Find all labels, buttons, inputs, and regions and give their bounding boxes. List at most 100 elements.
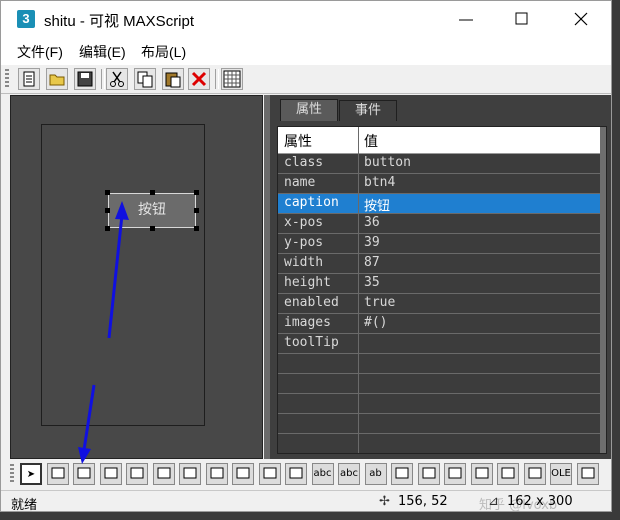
property-value[interactable]: true	[364, 295, 395, 310]
edittext-icon[interactable]: abc	[311, 463, 334, 485]
copy-icon	[137, 71, 153, 88]
visual-maxscript-window: 3 shitu - 可视 MAXScript 文件(F) 编辑(E) 布局(L)	[0, 0, 612, 512]
property-value[interactable]: 36	[364, 215, 380, 230]
copy-button[interactable]	[134, 68, 156, 90]
property-row[interactable]: images #()	[278, 314, 600, 334]
maximize-button[interactable]	[498, 1, 544, 39]
colorpicker-icon[interactable]	[205, 463, 228, 485]
resize-handle[interactable]	[194, 208, 199, 213]
property-name: enabled	[284, 295, 339, 310]
property-row[interactable]	[278, 434, 600, 453]
property-value[interactable]: button	[364, 155, 411, 170]
label-icon[interactable]: abc	[338, 463, 360, 485]
paste-icon	[165, 72, 181, 88]
delete-icon	[191, 71, 207, 87]
property-row[interactable]: height 35	[278, 274, 600, 294]
vertical-scrollbar[interactable]	[600, 127, 606, 453]
properties-panel: 属性 事件 属性 值 class button name btn4 caption 按钮 x…	[270, 95, 611, 459]
resize-handle[interactable]	[194, 190, 199, 195]
grid-button[interactable]	[221, 68, 243, 90]
paste-button[interactable]	[162, 68, 184, 90]
property-row[interactable]	[278, 354, 600, 374]
property-row[interactable]: x-pos 36	[278, 214, 600, 234]
status-bar: 就绪 ✢ 156, 52 知乎 @Ivoxb ⊿ 162 x 300	[1, 490, 611, 512]
property-row[interactable]	[278, 414, 600, 434]
progressbar-icon[interactable]	[470, 463, 493, 485]
property-name: width	[284, 255, 324, 270]
property-row[interactable]: caption 按钮	[278, 194, 600, 214]
property-row[interactable]: name btn4	[278, 174, 600, 194]
cut-button[interactable]	[106, 68, 128, 90]
menu-file[interactable]: 文件(F)	[17, 42, 63, 62]
groupbox-icon[interactable]: ab	[364, 463, 387, 485]
property-name: name	[284, 175, 316, 190]
open-button[interactable]	[46, 68, 68, 90]
dropdownlist-icon[interactable]	[258, 463, 281, 485]
resize-handle[interactable]	[194, 226, 199, 231]
pickbutton-icon[interactable]	[152, 463, 175, 485]
toolbar-grip[interactable]	[5, 69, 9, 89]
property-grid-header: 属性 值	[278, 127, 600, 154]
pointer-icon[interactable]: ➤	[20, 463, 42, 485]
checkbox-icon[interactable]	[391, 463, 413, 485]
custom-control-icon[interactable]	[576, 463, 599, 485]
toolbar-grip[interactable]	[10, 464, 14, 484]
listbox-icon[interactable]	[285, 463, 307, 485]
property-row[interactable]: class button	[278, 154, 600, 174]
property-name: caption	[284, 195, 339, 210]
property-name: y-pos	[284, 235, 324, 250]
open-folder-icon	[49, 74, 65, 86]
new-file-button[interactable]	[18, 68, 40, 90]
save-icon	[77, 71, 93, 87]
spinner-icon[interactable]	[444, 463, 466, 485]
mapbutton-icon[interactable]	[99, 463, 122, 485]
menu-edit[interactable]: 编辑(E)	[79, 42, 126, 62]
window-title: shitu - 可视 MAXScript	[44, 13, 195, 30]
resize-handle[interactable]	[150, 226, 155, 231]
bitmap-icon[interactable]	[46, 463, 69, 485]
timer-icon[interactable]	[523, 463, 546, 485]
combobox-icon[interactable]	[232, 463, 254, 485]
close-button[interactable]	[558, 1, 604, 39]
property-value[interactable]: #()	[364, 315, 387, 330]
rollout-frame[interactable]: 按钮	[41, 124, 205, 426]
status-text: 就绪	[11, 498, 38, 512]
designer-canvas[interactable]: 按钮	[10, 95, 263, 459]
minimize-button[interactable]	[443, 1, 489, 39]
resize-handle[interactable]	[105, 226, 110, 231]
slider-icon[interactable]	[497, 463, 519, 485]
property-name: images	[284, 315, 331, 330]
property-value[interactable]: 87	[364, 255, 380, 270]
maximize-icon	[515, 12, 528, 25]
property-row[interactable]: width 87	[278, 254, 600, 274]
property-row[interactable]: toolTip	[278, 334, 600, 354]
menu-layout[interactable]: 布局(L)	[141, 42, 186, 62]
save-button[interactable]	[74, 68, 96, 90]
property-grid: 属性 值 class button name btn4 caption 按钮 x-pos 36…	[277, 126, 607, 454]
property-row[interactable]: enabled true	[278, 294, 600, 314]
resize-handle[interactable]	[105, 208, 110, 213]
property-row[interactable]	[278, 394, 600, 414]
size-icon: ⊿	[488, 494, 499, 509]
title-bar: 3 shitu - 可视 MAXScript	[1, 1, 611, 39]
resize-handle[interactable]	[105, 190, 110, 195]
property-value[interactable]: 39	[364, 235, 380, 250]
button-icon[interactable]	[73, 463, 95, 485]
column-divider	[358, 127, 359, 453]
property-value[interactable]: btn4	[364, 175, 395, 190]
design-button-btn4[interactable]: 按钮	[108, 193, 196, 228]
close-icon	[574, 12, 588, 26]
tab-properties[interactable]: 属性	[280, 99, 338, 121]
tab-events[interactable]: 事件	[339, 100, 397, 121]
delete-button[interactable]	[188, 68, 210, 90]
new-file-icon	[23, 71, 35, 87]
materialbutton-icon[interactable]	[126, 463, 148, 485]
property-row[interactable]	[278, 374, 600, 394]
radiobuttons-icon[interactable]	[417, 463, 440, 485]
activex-icon[interactable]: OLE	[550, 463, 572, 485]
resize-handle[interactable]	[150, 190, 155, 195]
property-value[interactable]: 按钮	[364, 195, 390, 214]
checkbutton-icon[interactable]	[179, 463, 201, 485]
property-row[interactable]: y-pos 39	[278, 234, 600, 254]
property-value[interactable]: 35	[364, 275, 380, 290]
